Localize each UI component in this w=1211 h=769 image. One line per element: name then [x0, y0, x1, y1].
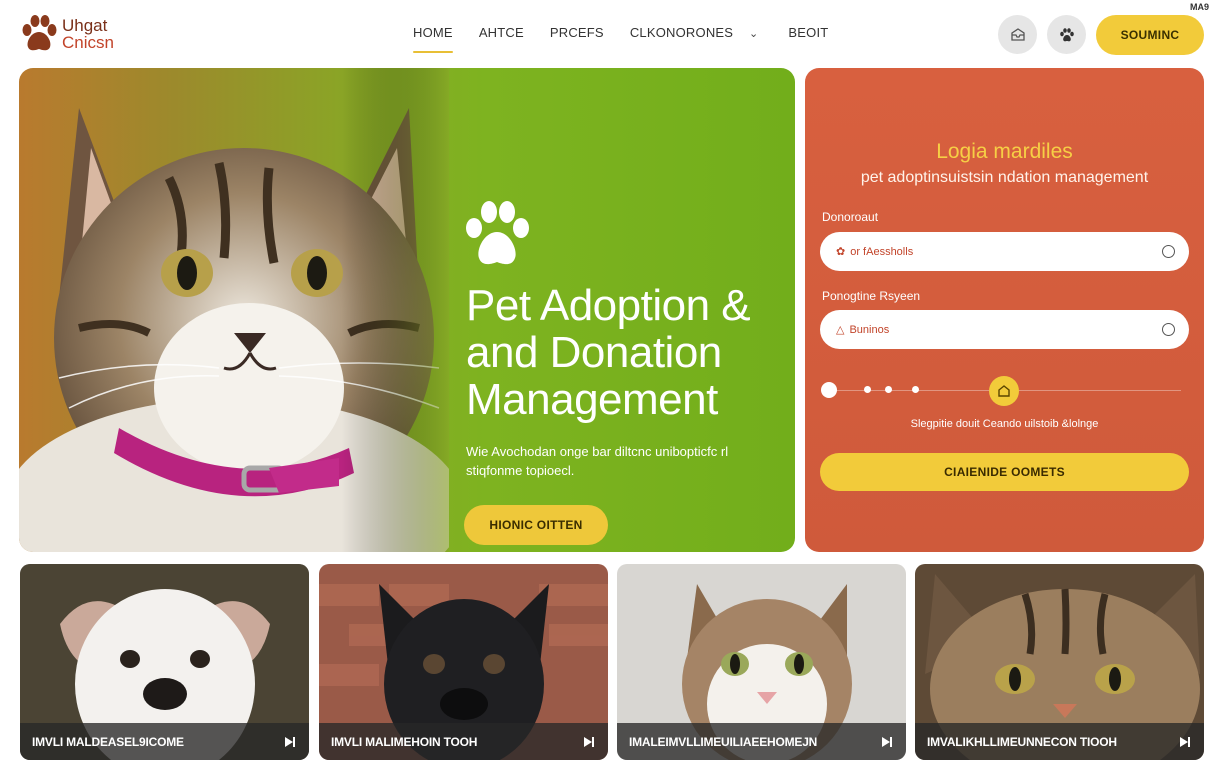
header-cta-button[interactable]: SOUMINC — [1096, 15, 1204, 55]
pet-card-4[interactable]: IMVALIKHLLIMEUNNECON TIOOH — [915, 564, 1204, 760]
next-icon[interactable] — [1178, 735, 1192, 749]
hero-title: Pet Adoption & and Donation Management — [466, 282, 795, 423]
logo[interactable]: Uhgat Cnicsn — [21, 14, 114, 54]
field2-input[interactable]: △ Buninos — [820, 310, 1189, 349]
card-caption-bar: IMVLI MALDEASEL9ICOME — [20, 723, 309, 760]
paw-icon — [466, 201, 529, 265]
radio-icon[interactable] — [1162, 323, 1175, 336]
field1-label: Donoroaut — [822, 210, 879, 224]
step-dot-4[interactable] — [912, 386, 919, 393]
main-nav: HOME AHTCE PRCEFS CLKONORONES ⌄ BEOIT — [404, 25, 845, 53]
adoption-form-panel: Logia mardiles pet adoptinsuistsin ndati… — [805, 68, 1204, 552]
card-label: IMVLI MALDEASEL9ICOME — [32, 734, 184, 749]
card-label: IMVALIKHLLIMEUNNECON TIOOH — [927, 734, 1117, 749]
card-label: IMVLI MALIMEHOIN TOOH — [331, 734, 478, 749]
nav-item-2[interactable]: AHTCE — [470, 25, 533, 40]
next-icon[interactable] — [880, 735, 894, 749]
next-icon[interactable] — [283, 735, 297, 749]
pet-card-2[interactable]: IMVLI MALIMEHOIN TOOH — [319, 564, 608, 760]
panel-submit-button[interactable]: CIAIENIDE OOMETS — [820, 453, 1189, 491]
nav-home[interactable]: HOME — [404, 25, 462, 53]
paw-button[interactable] — [1047, 15, 1086, 54]
field1-value: or fAessholls — [850, 245, 914, 258]
panel-subtitle: pet adoptinsuistsin ndation management — [860, 169, 1149, 186]
brand-line-1: Uhgat — [62, 16, 108, 35]
house-icon — [998, 385, 1010, 397]
hero-title-line-3: Management — [466, 375, 718, 424]
chevron-down-icon: ⌄ — [748, 28, 759, 40]
hero-banner: Pet Adoption & and Donation Management W… — [19, 68, 795, 552]
bottle-icon: △ — [836, 324, 845, 336]
cat-hero-image — [19, 68, 449, 552]
paw-icon: ✿ — [836, 246, 846, 258]
corner-tag: MA9 — [1189, 2, 1209, 12]
pet-card-3[interactable]: IMALEIMVLLIMEUILIAEEHOMEJN — [617, 564, 906, 760]
nav-dropdown[interactable]: CLKONORONES ⌄ — [621, 25, 768, 40]
site-header: Uhgat Cnicsn HOME AHTCE PRCEFS CLKONORON… — [0, 0, 1211, 66]
pet-card-1[interactable]: IMVLI MALDEASEL9ICOME — [20, 564, 309, 760]
step-dot-3[interactable] — [885, 386, 892, 393]
step-dot-1[interactable] — [821, 382, 837, 398]
nav-item-3[interactable]: PRCEFS — [541, 25, 613, 40]
field1-input[interactable]: ✿ or fAessholls — [820, 232, 1189, 271]
radio-icon[interactable] — [1162, 245, 1175, 258]
step-dot-2[interactable] — [864, 386, 871, 393]
paw-icon — [1059, 27, 1074, 41]
inbox-button[interactable] — [998, 15, 1037, 54]
hero-subtitle: Wie Avochodan onge bar diltcnc uniboptic… — [466, 444, 729, 478]
brand-name: Uhgat Cnicsn — [62, 17, 114, 51]
card-caption-bar: IMVALIKHLLIMEUNNECON TIOOH — [915, 723, 1204, 760]
nav-dropdown-label: CLKONORONES — [629, 25, 734, 40]
panel-title: Logia mardiles — [936, 140, 1073, 163]
panel-note: Slegpitie douit Ceando uilstoib &lolnge — [910, 418, 1099, 430]
step-progress — [821, 376, 1183, 406]
inbox-icon — [1010, 27, 1025, 41]
field2-value: Buninos — [849, 323, 890, 336]
step-home-marker[interactable] — [989, 376, 1019, 406]
card-caption-bar: IMALEIMVLLIMEUILIAEEHOMEJN — [617, 723, 906, 760]
card-caption-bar: IMVLI MALIMEHOIN TOOH — [319, 723, 608, 760]
nav-item-5[interactable]: BEOIT — [779, 25, 837, 40]
hero-title-line-2: and Donation — [466, 328, 722, 377]
field2-label: Ponogtine Rsyeen — [822, 289, 921, 303]
paw-logo-icon — [22, 15, 57, 51]
hero-title-line-1: Pet Adoption & — [466, 281, 751, 330]
brand-line-2: Cnicsn — [62, 33, 114, 52]
hero-cta-button[interactable]: HIONIC OITTEN — [464, 505, 608, 545]
next-icon[interactable] — [582, 735, 596, 749]
card-label: IMALEIMVLLIMEUILIAEEHOMEJN — [629, 734, 818, 749]
